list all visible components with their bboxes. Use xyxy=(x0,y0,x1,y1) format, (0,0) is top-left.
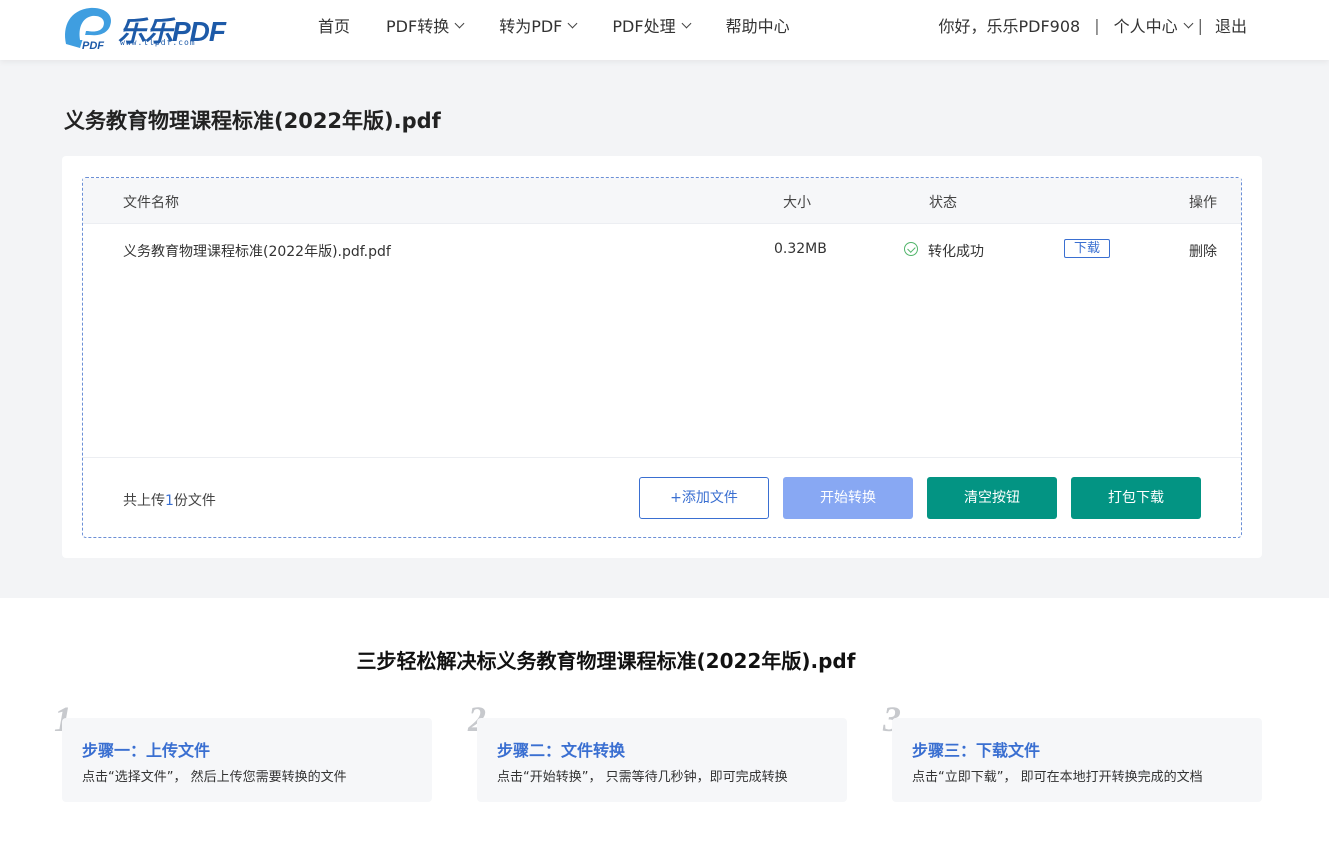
nav-item-pdf-convert[interactable]: PDF转换 xyxy=(386,13,465,37)
file-name: 义务教育物理课程标准(2022年版).pdf.pdf xyxy=(123,244,391,260)
file-status: 转化成功 xyxy=(928,244,984,260)
logo-mark-icon: PDF xyxy=(65,7,112,52)
step-desc: 点击“开始转换”， 只需等待几秒钟，即可完成转换 xyxy=(497,770,788,785)
user-greeting: 你好，乐乐PDF908 xyxy=(938,17,1081,36)
nav-item-help[interactable]: 帮助中心 xyxy=(726,13,790,37)
user-center-link[interactable]: 个人中心 xyxy=(1113,13,1194,37)
file-size: 0.32MB xyxy=(774,241,827,257)
clear-button[interactable]: 清空按钮 xyxy=(927,477,1057,519)
column-header-status: 状态 xyxy=(929,195,957,211)
delete-link[interactable]: 删除 xyxy=(1189,241,1217,261)
start-convert-button[interactable]: 开始转换 xyxy=(783,477,913,519)
user-center-label: 个人中心 xyxy=(1113,17,1178,36)
top-header: PDF 乐乐PDF www.llpdf.com 首页 PDF转换 转为PDF P… xyxy=(0,0,1329,60)
logo-url: www.llpdf.com xyxy=(120,38,196,47)
table-row: 义务教育物理课程标准(2022年版).pdf.pdf 0.32MB 转化成功 下… xyxy=(83,225,1241,273)
nav-item-label: PDF转换 xyxy=(386,17,450,36)
step-card-upload: 步骤一：上传文件 点击“选择文件”， 然后上传您需要转换的文件 xyxy=(62,718,432,802)
upload-count: 共上传1份文件 xyxy=(123,490,216,510)
separator: | xyxy=(1094,15,1100,35)
step-desc: 点击“立即下载”， 即可在本地打开转换完成的文档 xyxy=(912,770,1203,785)
download-button[interactable]: 下载 xyxy=(1064,239,1110,258)
chevron-down-icon xyxy=(1183,18,1194,28)
pack-download-button[interactable]: 打包下载 xyxy=(1071,477,1201,519)
main-nav: 首页 PDF转换 转为PDF PDF处理 帮助中心 xyxy=(300,0,808,50)
divider xyxy=(83,457,1241,458)
chevron-down-icon xyxy=(567,18,578,28)
svg-text:PDF: PDF xyxy=(82,40,104,52)
step-title: 步骤一：上传文件 xyxy=(82,741,211,760)
chevron-down-icon xyxy=(681,18,692,28)
step-desc: 点击“选择文件”， 然后上传您需要转换的文件 xyxy=(82,770,347,785)
logout-link[interactable]: 退出 xyxy=(1215,13,1247,37)
nav-item-label: 帮助中心 xyxy=(725,17,790,36)
add-file-button[interactable]: +添加文件 xyxy=(639,477,769,519)
column-header-name: 文件名称 xyxy=(123,195,179,211)
site-logo[interactable]: PDF 乐乐PDF www.llpdf.com xyxy=(60,4,230,52)
chevron-down-icon xyxy=(454,18,465,28)
step-title: 步骤三：下载文件 xyxy=(912,741,1041,760)
check-circle-icon xyxy=(904,242,918,256)
nav-item-pdf-process[interactable]: PDF处理 xyxy=(612,13,692,37)
steps-title: 三步轻松解决标义务教育物理课程标准(2022年版).pdf xyxy=(356,649,856,673)
nav-item-label: 转为PDF xyxy=(499,17,563,36)
separator: | xyxy=(1197,15,1203,35)
count-number: 1 xyxy=(165,493,174,509)
nav-item-home[interactable]: 首页 xyxy=(318,13,350,37)
nav-item-label: 首页 xyxy=(318,17,351,36)
column-header-action: 操作 xyxy=(1189,195,1217,211)
user-area: 你好，乐乐PDF908 | 个人中心 | 退出 xyxy=(938,0,1247,50)
count-prefix: 共上传 xyxy=(123,493,165,509)
table-header: 文件名称 大小 状态 操作 xyxy=(83,178,1241,224)
step-card-download: 步骤三：下载文件 点击“立即下载”， 即可在本地打开转换完成的文档 xyxy=(892,718,1262,802)
step-card-convert: 步骤二：文件转换 点击“开始转换”， 只需等待几秒钟，即可完成转换 xyxy=(477,718,847,802)
step-title: 步骤二：文件转换 xyxy=(497,741,626,760)
nav-item-to-pdf[interactable]: 转为PDF xyxy=(499,13,578,37)
column-header-size: 大小 xyxy=(783,195,811,211)
page-title: 义务教育物理课程标准(2022年版).pdf xyxy=(64,109,441,133)
nav-item-label: PDF处理 xyxy=(612,17,676,36)
count-suffix: 份文件 xyxy=(173,493,216,509)
